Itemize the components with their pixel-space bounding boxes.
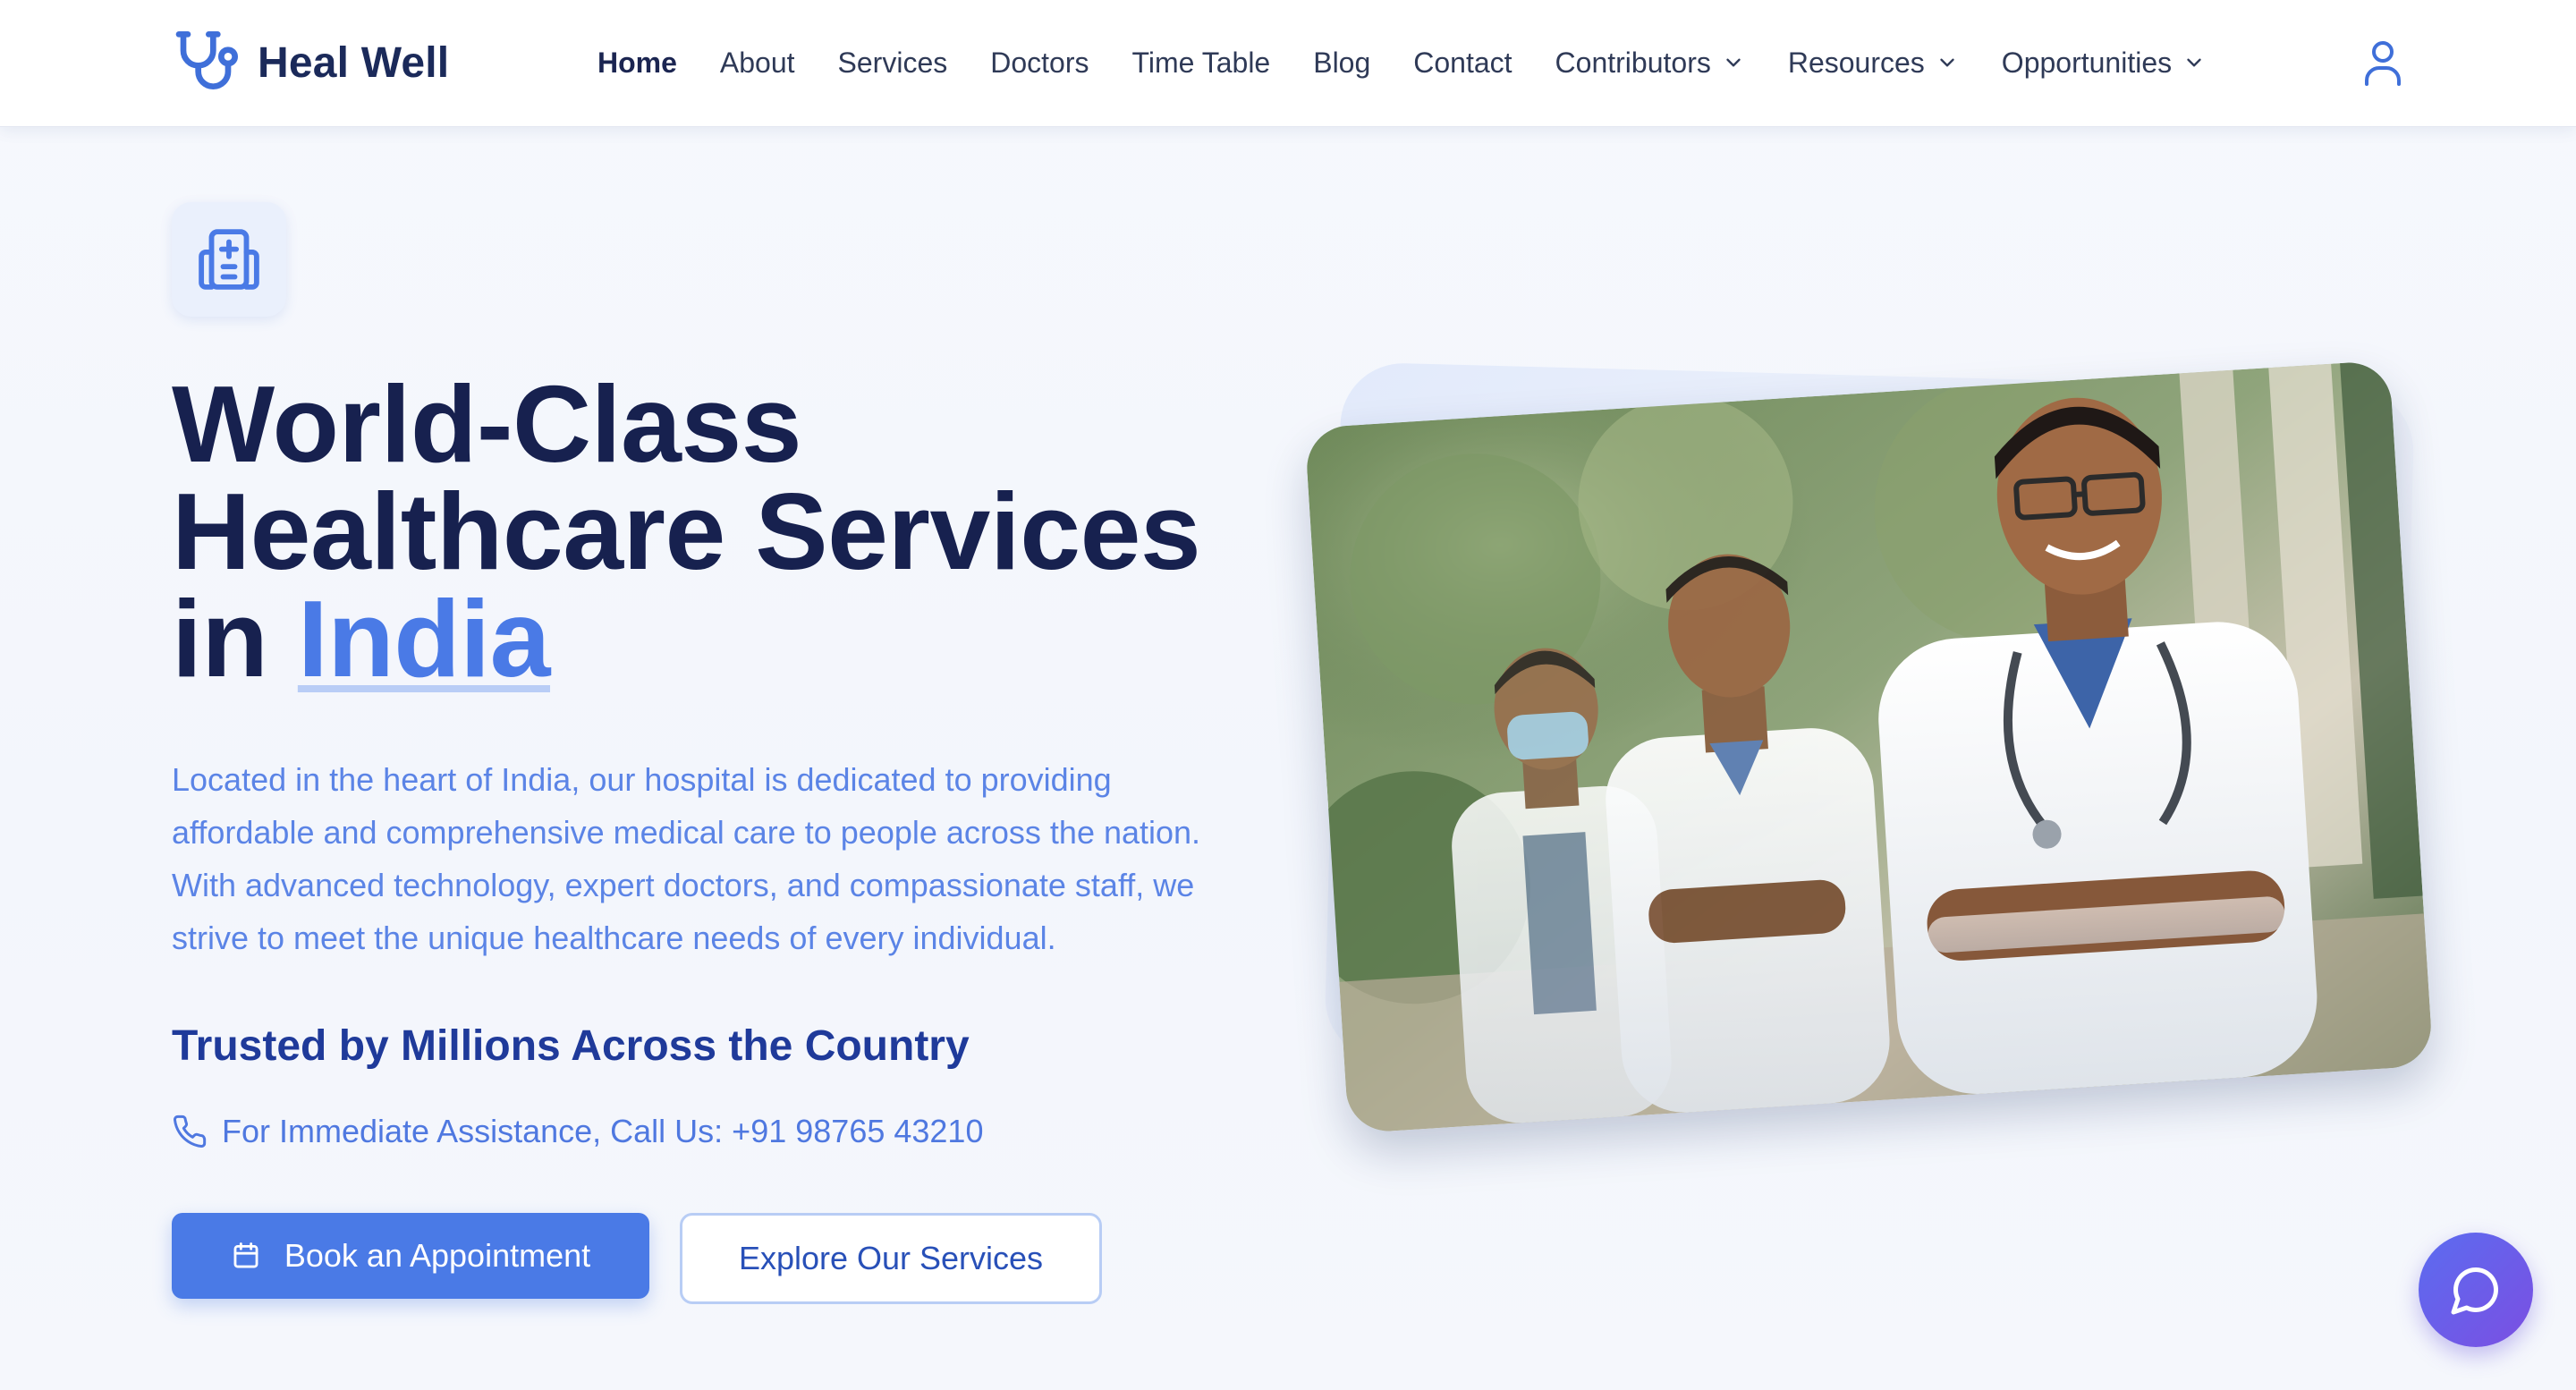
nav-services[interactable]: Services [838, 47, 948, 80]
chevron-down-icon [2187, 58, 2201, 67]
nav-blog[interactable]: Blog [1313, 47, 1370, 80]
chevron-down-icon [1940, 58, 1954, 67]
hospital-icon [199, 229, 259, 290]
nav-doctors[interactable]: Doctors [990, 47, 1089, 80]
main-nav: Home About Services Doctors Time Table B… [597, 34, 2206, 91]
nav-opportunities-label: Opportunities [2001, 46, 2173, 79]
stethoscope-icon [175, 31, 239, 89]
nav-home[interactable]: Home [597, 47, 677, 80]
nav-doctors-label: Doctors [990, 46, 1089, 79]
nav-time-table[interactable]: Time Table [1131, 47, 1270, 80]
nav-resources-dropdown[interactable]: Resources [1788, 47, 1959, 80]
nav-about-label: About [719, 46, 795, 79]
chat-button[interactable] [2419, 1233, 2533, 1347]
book-appointment-button[interactable]: Book an Appointment [172, 1213, 649, 1299]
calendar-icon [233, 1242, 258, 1268]
nav-blog-label: Blog [1313, 46, 1371, 79]
headline-line-1: World-Class [172, 363, 802, 485]
nav-contact-label: Contact [1413, 46, 1513, 79]
user-icon[interactable] [2361, 38, 2404, 88]
phone-icon [174, 1115, 207, 1148]
nav-about[interactable]: About [720, 47, 795, 80]
doctors-illustration [1304, 360, 2434, 1134]
doctors-photo [1304, 360, 2434, 1134]
nav-opportunities-dropdown[interactable]: Opportunities [2002, 47, 2206, 80]
site-header: Heal Well Home About Services Doctors Ti… [0, 0, 2576, 127]
nav-resources-label: Resources [1787, 46, 1925, 79]
trusted-heading: Trusted by Millions Across the Country [172, 1022, 970, 1070]
hospital-badge [172, 202, 286, 317]
nav-contributors-dropdown[interactable]: Contributors [1555, 47, 1745, 80]
headline-accent: India [297, 578, 551, 699]
headline-line-2: Healthcare Services [172, 470, 1201, 592]
nav-services-label: Services [837, 46, 948, 79]
hero-headline: World-Class Healthcare Services in India [172, 369, 1335, 693]
chat-bubble-icon [2451, 1267, 2499, 1315]
nav-home-label: Home [597, 46, 677, 79]
phone-text: For Immediate Assistance, Call Us: +91 9… [222, 1113, 984, 1149]
explore-services-button[interactable]: Explore Our Services [680, 1213, 1102, 1304]
chevron-down-icon [1726, 58, 1741, 67]
nav-time-table-label: Time Table [1131, 46, 1271, 79]
headline-in: in [172, 578, 268, 699]
nav-contributors-label: Contributors [1555, 46, 1711, 79]
hero-description: Located in the heart of India, our hospi… [172, 761, 1201, 956]
nav-contact[interactable]: Contact [1413, 47, 1512, 80]
brand-logo[interactable]: Heal Well [170, 27, 449, 98]
phone-contact[interactable]: For Immediate Assistance, Call Us: +91 9… [172, 1109, 983, 1154]
brand-name: Heal Well [258, 38, 450, 87]
book-appointment-label: Book an Appointment [284, 1237, 591, 1274]
